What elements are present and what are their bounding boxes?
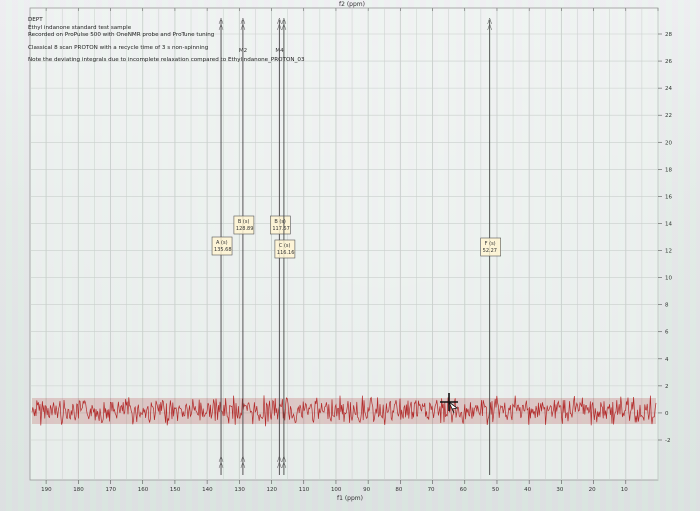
spectrum-title-block: DEPT Ethyl indanone standard test sample… (28, 17, 308, 65)
bottom-axis-tick-label: 60 (460, 487, 467, 493)
right-axis-tick-label: 6 (665, 330, 669, 336)
peak-value-text: 135.68 (214, 247, 232, 253)
right-axis-tick-label: 22 (665, 113, 672, 119)
bottom-axis-tick-label: 20 (589, 487, 596, 493)
peak-label-text: A (s) (216, 240, 228, 246)
bottom-axis-tick-label: 100 (331, 487, 342, 493)
bottom-axis-tick-label: 120 (267, 487, 278, 493)
title-line-5: Note the deviating integrals due to inco… (28, 57, 305, 64)
peak-value-text: 117.57 (272, 226, 290, 232)
peak-label-box-b1[interactable]: B (s)128.89 (233, 215, 255, 235)
right-axis-tick-label: -2 (665, 438, 670, 444)
right-axis-tick-label: 4 (665, 357, 669, 363)
title-line-4: Classical 8 scan PROTON with a recycle t… (28, 44, 209, 51)
title-line-2: Ethyl indanone standard test sample (28, 24, 132, 31)
right-axis-tick-label: 18 (665, 167, 672, 173)
right-axis-tick-label: 16 (665, 194, 672, 200)
bottom-axis-tick-label: 110 (299, 487, 310, 493)
bottom-axis-tick-label: 150 (170, 487, 181, 493)
bottom-axis-tick-label: 50 (492, 487, 499, 493)
right-axis-tick-label: 28 (665, 32, 672, 38)
peak-label-box-c[interactable]: C (s)116.16 (274, 239, 296, 259)
bottom-axis-tick-label: 90 (363, 487, 370, 493)
noise-band-shade (32, 398, 656, 424)
peak-label-text: B (s) (238, 219, 250, 225)
peak-label-text: F (s) (485, 241, 496, 247)
peak-label-box-b2[interactable]: B (s)117.57 (270, 215, 291, 235)
bottom-axis-tick-label: 70 (428, 487, 435, 493)
peak-value-text: 116.16 (277, 250, 295, 256)
peak-value-text: 52.27 (483, 248, 497, 254)
title-line-3: Recorded on ProPulse 500 with OneNMR pro… (28, 32, 215, 39)
peak-label-text: C (s) (279, 243, 291, 249)
peak-label-box-f[interactable]: F (s)52.27 (480, 237, 501, 257)
bottom-axis-tick-label: 140 (202, 487, 213, 493)
f1-axis-label: f1 (ppm) (337, 495, 363, 502)
peak-label-box-a[interactable]: A (s)135.68 (211, 236, 233, 256)
spectrum-plot[interactable]: 2826242220181614121086420-2190 180 170 160 1… (0, 0, 700, 511)
title-line-1: DEPT (28, 17, 43, 23)
f2-axis-label: f2 (ppm) (339, 1, 365, 8)
right-axis-tick-label: 8 (665, 303, 669, 309)
nmr-spectrum-window: 28 26 24 22 20 18 16 14 12 10 8 6 4 2 0 -2 190 180 170 160 1… (0, 0, 700, 511)
bottom-axis-tick-label: 40 (524, 487, 531, 493)
right-axis-tick-label: 0 (665, 411, 669, 417)
right-axis-tick-label: 26 (665, 59, 672, 65)
peak-value-text: 128.89 (236, 226, 254, 232)
bottom-axis-tick-label: 180 (73, 487, 84, 493)
bottom-axis-tick-label: 10 (621, 487, 628, 493)
bottom-axis-tick-label: 130 (234, 487, 245, 493)
bottom-axis-tick-label: 80 (395, 487, 402, 493)
bottom-axis-tick-label: 170 (106, 487, 117, 493)
right-axis-tick-label: 2 (665, 384, 669, 390)
right-axis-tick-label: 10 (665, 276, 672, 282)
bottom-axis-tick-label: 160 (138, 487, 149, 493)
right-axis-tick-label: 24 (665, 86, 672, 92)
right-axis-tick-label: 12 (665, 249, 672, 255)
right-axis-tick-label: 14 (665, 221, 672, 227)
bottom-axis-tick-label: 190 (41, 487, 52, 493)
right-axis-tick-label: 20 (665, 140, 672, 146)
bottom-axis-tick-label: 30 (556, 487, 563, 493)
